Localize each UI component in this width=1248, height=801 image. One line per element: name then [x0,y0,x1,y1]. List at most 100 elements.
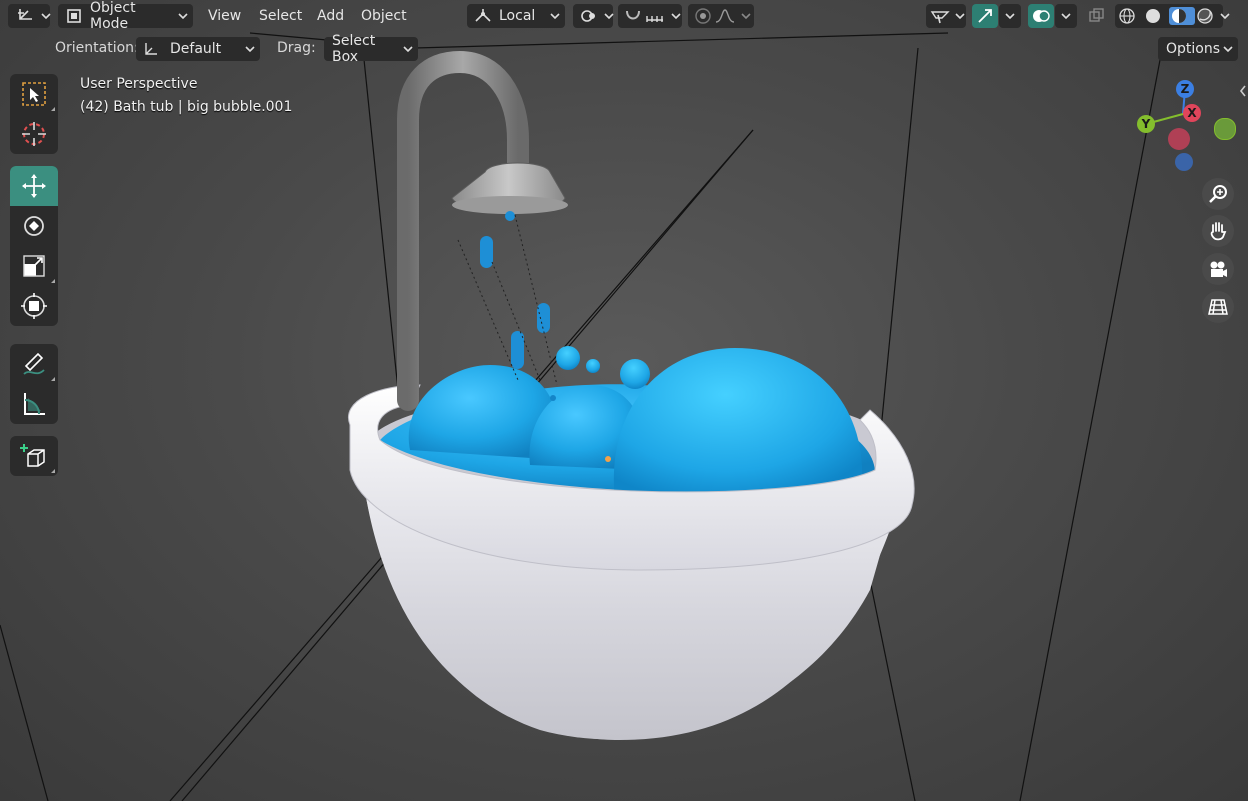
axis-y[interactable]: Y [1137,115,1155,133]
options-dropdown[interactable]: Options [1158,37,1238,61]
gizmo-icon [975,7,995,25]
annotate-icon [20,350,48,378]
scene-render [0,32,1161,801]
add-cube-tool[interactable] [10,436,58,476]
pan-button[interactable] [1202,215,1234,247]
shading-modes[interactable] [1115,4,1223,28]
viewport-header: Object Mode View Select Add Object Local [0,0,1248,32]
chevron-down-icon [1219,10,1231,22]
zoom-icon [1207,183,1229,205]
options-label: Options [1166,41,1221,57]
menu-select[interactable]: Select [251,4,310,28]
chevron-down-icon [40,10,52,22]
overlays-toggle-button[interactable] [1028,4,1054,28]
measure-icon [20,390,48,418]
zoom-button[interactable] [1202,178,1234,210]
wireframe-shading-icon[interactable] [1117,7,1143,25]
view-name: User Perspective [80,76,198,92]
toolbar-add-group [10,436,58,476]
axis-neg-z[interactable] [1175,153,1193,171]
xray-icon [1087,7,1107,25]
orientation-icon [142,40,162,58]
rotate-tool[interactable] [10,206,58,246]
cursor-tool[interactable] [10,114,58,154]
transform-icon [20,292,48,320]
ortho-toggle-button[interactable] [1202,291,1234,323]
solid-shading-icon[interactable] [1143,7,1169,25]
axis-x[interactable]: X [1183,104,1201,122]
proportional-edit-group[interactable] [688,4,754,28]
scale-tool[interactable] [10,246,58,286]
gizmo-toggle-button[interactable] [972,4,998,28]
selectability-icon [930,7,950,25]
drag-value: Select Box [332,33,376,65]
mode-label: Object Mode [90,0,136,32]
orientation-dropdown[interactable]: Default [136,37,260,61]
ortho-grid-icon [1207,296,1229,318]
mode-selector[interactable]: Object Mode [58,0,193,32]
toolbar-annotate-group [10,344,58,424]
axis-neg-y[interactable] [1214,118,1236,140]
chevron-down-icon [1004,10,1016,22]
object-info: (42) Bath tub | big bubble.001 [80,99,293,115]
material-preview-icon[interactable] [1169,7,1195,25]
3d-viewport[interactable] [0,0,1248,801]
chevron-down-icon [177,10,189,22]
overlays-dropdown[interactable] [1055,4,1077,28]
chevron-down-icon [1222,43,1234,55]
chevron-down-icon [740,10,752,22]
move-icon [20,172,48,200]
transform-pivot-selector[interactable]: Local [467,4,565,28]
drag-dropdown[interactable]: Select Box [324,33,418,65]
move-tool[interactable] [10,166,58,206]
add-cube-icon [20,442,48,470]
shading-dropdown[interactable] [1214,4,1236,28]
magnet-icon[interactable] [622,7,644,25]
pivot-point-button[interactable] [573,4,615,28]
sidebar-toggle[interactable] [1238,84,1248,98]
menu-add[interactable]: Add [309,4,352,28]
chevron-down-icon [603,10,615,22]
falloff-curve-icon[interactable] [714,7,736,25]
overlays-icon [1031,7,1051,25]
chevron-down-icon [670,10,682,22]
measure-tool[interactable] [10,384,58,424]
visibility-button[interactable] [926,4,966,28]
pivot-point-icon [579,7,599,25]
big-bubble [613,348,863,504]
toolbar-select-group [10,74,58,154]
snap-increment-icon[interactable] [644,7,666,25]
chevron-left-icon [1238,84,1248,98]
axis-neg-x[interactable] [1168,128,1190,150]
scale-icon [20,252,48,280]
proportional-edit-icon[interactable] [692,7,714,25]
camera-icon [1207,258,1229,280]
orientation-value: Default [170,41,222,57]
pivot-label: Local [499,8,536,24]
pivot-icon [473,7,493,25]
chevron-down-icon [402,43,414,55]
object-mode-icon [64,7,84,25]
chevron-down-icon [244,43,256,55]
axis-z[interactable]: Z [1176,80,1194,98]
gizmo-dropdown[interactable] [999,4,1021,28]
snap-group[interactable] [618,4,682,28]
hand-pan-icon [1207,220,1229,242]
menu-view[interactable]: View [200,4,249,28]
cursor-icon [20,120,48,148]
transform-tool[interactable] [10,286,58,326]
editor-type-button[interactable] [8,4,52,28]
water-drops [480,211,550,369]
chevron-down-icon [549,10,561,22]
orientation-label: Orientation: [55,40,139,56]
select-box-tool[interactable] [10,74,58,114]
select-box-icon [21,81,47,107]
grid-axes-icon [16,7,36,25]
camera-view-button[interactable] [1202,253,1234,285]
chevron-down-icon [1060,10,1072,22]
toolbar-transform-group [10,166,58,326]
annotate-tool[interactable] [10,344,58,384]
xray-toggle-button[interactable] [1084,4,1110,28]
menu-object[interactable]: Object [353,4,415,28]
chevron-down-icon [954,10,966,22]
